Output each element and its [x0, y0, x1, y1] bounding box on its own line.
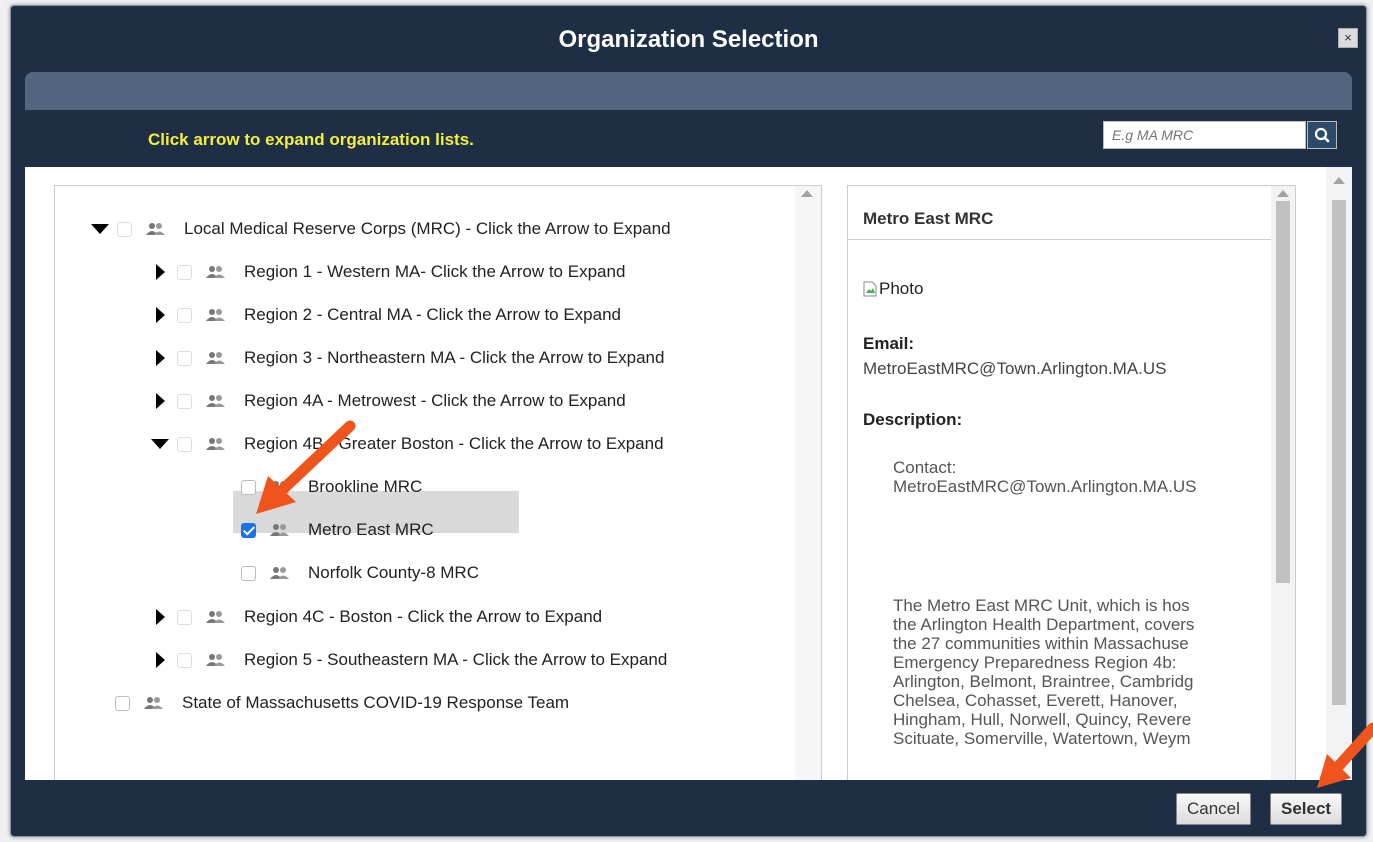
organization-tree-panel: Local Medical Reserve Corps (MRC) - Clic…: [54, 185, 822, 780]
org-checkbox[interactable]: [177, 393, 192, 409]
dialog-scrollbar[interactable]: [1326, 167, 1352, 780]
tree-row[interactable]: Region 2 - Central MA - Click the Arrow …: [151, 300, 621, 330]
tree-row-label: Brookline MRC: [308, 477, 423, 496]
tree-row[interactable]: Brookline MRC: [241, 472, 422, 502]
tree-row[interactable]: Norfolk County-8 MRC: [241, 558, 479, 588]
org-checkbox[interactable]: [177, 307, 192, 323]
header-band: [25, 72, 1352, 110]
tree-row-label: Region 1 - Western MA- Click the Arrow t…: [244, 262, 626, 281]
group-icon: [144, 697, 163, 709]
org-checkbox[interactable]: [177, 264, 192, 280]
instruction-text: Click arrow to expand organization lists…: [148, 130, 474, 149]
close-icon[interactable]: ×: [1338, 28, 1358, 48]
tree-row-label: Region 4B - Greater Boston - Click the A…: [244, 434, 664, 453]
group-icon: [206, 352, 225, 364]
description-contact: Contact: MetroEastMRC@Town.Arlington.MA.…: [893, 458, 1197, 496]
scroll-up-arrow[interactable]: [1277, 190, 1289, 197]
search-input[interactable]: [1103, 121, 1306, 149]
org-photo: Photo: [863, 279, 923, 299]
email-label: Email:: [863, 334, 915, 353]
description-label: Description:: [863, 410, 963, 429]
search-icon: [1314, 127, 1330, 143]
tree-row-label: Region 4A - Metrowest - Click the Arrow …: [244, 391, 626, 410]
tree-row[interactable]: Region 1 - Western MA- Click the Arrow t…: [151, 257, 625, 287]
scroll-up-arrow[interactable]: [1333, 177, 1345, 184]
group-icon: [206, 654, 225, 666]
tree-row[interactable]: Region 4B - Greater Boston - Click the A…: [151, 429, 664, 459]
tree-row[interactable]: Region 4C - Boston - Click the Arrow to …: [151, 602, 602, 632]
tree-scrollbar[interactable]: [795, 186, 821, 780]
group-icon: [206, 611, 225, 623]
tree-row[interactable]: Region 3 - Northeastern MA - Click the A…: [151, 343, 664, 373]
collapse-arrow-icon[interactable]: [91, 220, 109, 238]
tree-row[interactable]: Region 5 - Southeastern MA - Click the A…: [151, 645, 667, 675]
group-icon: [270, 481, 289, 493]
tree-row-label: Region 4C - Boston - Click the Arrow to …: [244, 607, 603, 626]
org-checkbox[interactable]: [117, 221, 132, 237]
tree-row[interactable]: State of Massachusetts COVID-19 Response…: [115, 688, 569, 718]
group-icon: [270, 567, 289, 579]
select-button[interactable]: Select: [1270, 793, 1343, 825]
tree-row-label: Metro East MRC: [308, 520, 434, 539]
org-checkbox[interactable]: [241, 479, 256, 495]
collapse-arrow-icon[interactable]: [151, 435, 169, 453]
cancel-button[interactable]: Cancel: [1176, 793, 1251, 825]
email-value: MetroEastMRC@Town.Arlington.MA.US: [863, 359, 1167, 378]
dialog-content: Local Medical Reserve Corps (MRC) - Clic…: [25, 167, 1352, 780]
tree-row-label: Local Medical Reserve Corps (MRC) - Clic…: [184, 219, 671, 238]
expand-arrow-icon[interactable]: [151, 608, 169, 626]
search-button[interactable]: [1307, 121, 1337, 149]
tree-row-label: Region 5 - Southeastern MA - Click the A…: [244, 650, 668, 669]
dialog-footer: [11, 781, 1366, 836]
expand-arrow-icon[interactable]: [151, 651, 169, 669]
group-icon: [206, 438, 225, 450]
tree-row-label: Region 2 - Central MA - Click the Arrow …: [244, 305, 621, 324]
tree-row[interactable]: Region 4A - Metrowest - Click the Arrow …: [151, 386, 626, 416]
photo-alt-text: Photo: [879, 279, 924, 298]
description-body: The Metro East MRC Unit, which is hos th…: [893, 596, 1195, 748]
tree-row-label: State of Massachusetts COVID-19 Response…: [182, 693, 570, 712]
screen-background: Organization Selection × Click arrow to …: [0, 0, 1373, 842]
details-title: Metro East MRC: [863, 209, 994, 228]
scroll-up-arrow[interactable]: [801, 190, 813, 197]
org-checkbox[interactable]: [177, 609, 192, 625]
org-checkbox[interactable]: [177, 350, 192, 366]
organization-details-panel: Metro East MRC Photo Email: MetroEastMRC…: [847, 185, 1296, 780]
expand-arrow-icon[interactable]: [151, 263, 169, 281]
org-checkbox[interactable]: [241, 565, 256, 581]
tree-row-label: Region 3 - Northeastern MA - Click the A…: [244, 348, 665, 367]
details-scroll-thumb[interactable]: [1276, 201, 1290, 583]
group-icon: [206, 395, 225, 407]
org-checkbox[interactable]: [177, 652, 192, 668]
org-checkbox[interactable]: [241, 522, 256, 538]
org-checkbox[interactable]: [115, 695, 130, 711]
expand-arrow-icon[interactable]: [151, 306, 169, 324]
expand-arrow-icon[interactable]: [151, 349, 169, 367]
group-icon: [146, 223, 165, 235]
group-icon: [206, 309, 225, 321]
organization-selection-dialog: Organization Selection × Click arrow to …: [10, 5, 1367, 837]
group-icon: [206, 266, 225, 278]
dialog-scroll-thumb[interactable]: [1332, 200, 1346, 705]
dialog-title: Organization Selection: [558, 26, 819, 53]
group-icon: [270, 524, 289, 536]
details-divider: [848, 239, 1271, 240]
tree-row-label: Norfolk County-8 MRC: [308, 563, 479, 582]
expand-arrow-icon[interactable]: [151, 392, 169, 410]
details-scrollbar[interactable]: [1271, 186, 1295, 780]
tree-row[interactable]: Local Medical Reserve Corps (MRC) - Clic…: [91, 214, 671, 244]
org-checkbox[interactable]: [177, 436, 192, 452]
tree-row[interactable]: Metro East MRC: [241, 515, 434, 545]
dialog-titlebar: Organization Selection ×: [11, 6, 1366, 72]
broken-image-icon: [863, 281, 877, 297]
